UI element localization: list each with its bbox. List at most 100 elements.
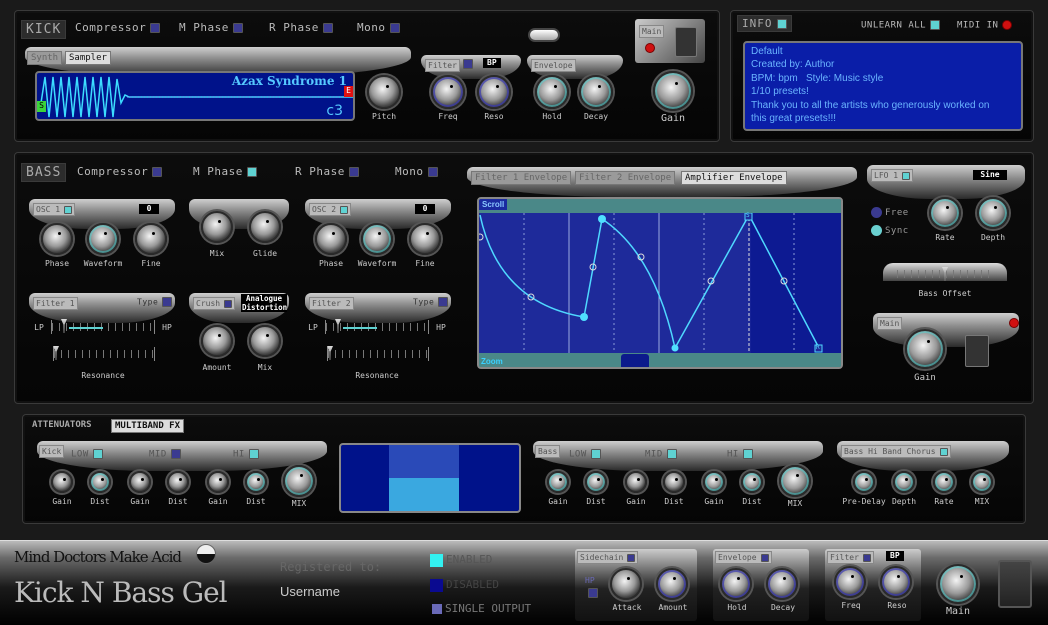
sample-waveform-display[interactable]: Azax Syndrome 1 c3 S E [35, 71, 355, 121]
bass-low-toggle[interactable]: LOW [569, 449, 601, 460]
end-marker[interactable]: E [344, 86, 353, 97]
osc1-toggle[interactable] [64, 205, 73, 214]
bass-hi-dist-knob[interactable] [741, 471, 763, 493]
kick-low-dist-knob[interactable] [89, 471, 111, 493]
lfo-mode-sync[interactable]: Sync [871, 225, 909, 236]
bass-mid-toggle[interactable]: MID [645, 449, 677, 460]
kick-hi-gain-knob[interactable] [207, 471, 229, 493]
crush-mode-selector[interactable]: Analogue Distortion [241, 294, 287, 312]
unlearn-all-toggle[interactable]: UNLEARN ALL [861, 20, 941, 31]
kick-mono-toggle[interactable]: Mono [357, 21, 400, 34]
bass-low-gain-knob[interactable] [547, 471, 569, 493]
kick-decay-knob[interactable] [579, 75, 613, 109]
osc2-fine-knob[interactable] [409, 223, 441, 255]
envelope-zoom-handle[interactable] [621, 354, 649, 367]
osc1-phase-knob[interactable] [41, 223, 73, 255]
bass-offset-slider[interactable] [883, 263, 1007, 281]
chorus-pre-delay-knob[interactable] [853, 471, 875, 493]
release-marker[interactable]: R [816, 344, 820, 351]
kick-filter-type[interactable]: BP [483, 58, 501, 68]
footer-filter-toggle[interactable] [862, 553, 871, 562]
kick-hi-toggle[interactable]: HI [233, 449, 259, 460]
osc2-waveform-knob[interactable] [361, 223, 393, 255]
tab-filter1-envelope[interactable]: Filter 1 Envelope [471, 171, 572, 185]
sidechain-amount-knob[interactable] [656, 568, 688, 600]
filter2-resonance-slider[interactable] [327, 347, 429, 361]
kick-preset-button[interactable] [528, 28, 560, 42]
filter2-type-toggle[interactable]: Type [413, 297, 449, 307]
kick-filter-reso-knob[interactable] [477, 75, 511, 109]
tab-multiband-fx[interactable]: MULTIBAND FX [111, 419, 185, 433]
chorus-toggle[interactable] [939, 447, 948, 456]
lfo-toggle[interactable] [902, 171, 911, 180]
bass-mid-dist-knob[interactable] [663, 471, 685, 493]
tab-sampler[interactable]: Sampler [65, 51, 111, 65]
bass-band-mix-knob[interactable] [779, 465, 811, 497]
bass-r-phase-toggle[interactable]: R Phase [295, 165, 359, 178]
kick-mid-toggle[interactable]: MID [149, 449, 181, 460]
crush-mix-knob[interactable] [249, 325, 281, 357]
sidechain-attack-knob[interactable] [610, 568, 642, 600]
glide-knob[interactable] [249, 211, 281, 243]
tab-attenuators[interactable]: ATTENUATORS [29, 419, 95, 431]
osc2-toggle[interactable] [340, 205, 349, 214]
footer-decay-knob[interactable] [766, 568, 798, 600]
bass-mid-gain-knob[interactable] [625, 471, 647, 493]
kick-low-toggle[interactable]: LOW [71, 449, 103, 460]
lfo-depth-knob[interactable] [977, 197, 1009, 229]
kick-filter-toggle[interactable] [463, 59, 473, 69]
filter1-cutoff-slider[interactable] [51, 320, 155, 334]
filter1-resonance-slider[interactable] [53, 347, 155, 361]
crush-toggle[interactable] [224, 299, 233, 308]
kick-hi-dist-knob[interactable] [245, 471, 267, 493]
bass-gain-knob[interactable] [905, 329, 945, 369]
bass-mono-toggle[interactable]: Mono [395, 165, 438, 178]
kick-m-phase-toggle[interactable]: M Phase [179, 21, 243, 34]
kick-mid-dist-knob[interactable] [167, 471, 189, 493]
bass-main-switch[interactable] [965, 335, 989, 367]
mix-knob[interactable] [201, 211, 233, 243]
filter2-cutoff-slider[interactable] [325, 320, 429, 334]
chorus-rate-knob[interactable] [933, 471, 955, 493]
osc1-fine-knob[interactable] [135, 223, 167, 255]
sidechain-hp-toggle[interactable] [588, 588, 598, 598]
bass-hi-toggle[interactable]: HI [727, 449, 753, 460]
crossover-mid-band[interactable] [389, 445, 459, 511]
bass-m-phase-toggle[interactable]: M Phase [193, 165, 257, 178]
crush-amount-knob[interactable] [201, 325, 233, 357]
osc1-waveform-knob[interactable] [87, 223, 119, 255]
filter1-type-toggle[interactable]: Type [137, 297, 173, 307]
tab-filter2-envelope[interactable]: Filter 2 Envelope [575, 171, 676, 185]
chorus-depth-knob[interactable] [893, 471, 915, 493]
crossover-display[interactable] [339, 443, 521, 513]
lfo-mode-free[interactable]: Free [871, 207, 909, 218]
kick-gain-knob[interactable] [653, 71, 693, 111]
master-power-switch[interactable] [998, 560, 1032, 608]
chorus-mix-knob[interactable] [971, 471, 993, 493]
footer-envelope-toggle[interactable] [760, 553, 769, 562]
kick-mid-gain-knob[interactable] [129, 471, 151, 493]
kick-band-mix-knob[interactable] [283, 465, 315, 497]
sidechain-toggle[interactable] [627, 553, 636, 562]
kick-pitch-knob[interactable] [367, 75, 401, 109]
kick-r-phase-toggle[interactable]: R Phase [269, 21, 333, 34]
bass-hi-gain-knob[interactable] [703, 471, 725, 493]
footer-reso-knob[interactable] [880, 566, 912, 598]
tab-amplifier-envelope[interactable]: Amplifier Envelope [681, 171, 787, 185]
kick-low-gain-knob[interactable] [51, 471, 73, 493]
bass-low-dist-knob[interactable] [585, 471, 607, 493]
kick-main-switch[interactable] [675, 27, 697, 57]
bass-compressor-toggle[interactable]: Compressor [77, 165, 163, 178]
footer-freq-knob[interactable] [834, 566, 866, 598]
kick-compressor-toggle[interactable]: Compressor [75, 21, 161, 34]
info-toggle[interactable] [776, 19, 787, 29]
master-main-knob[interactable] [938, 564, 978, 604]
lfo-shape-selector[interactable]: Sine [973, 170, 1007, 180]
osc2-phase-knob[interactable] [315, 223, 347, 255]
footer-filter-type[interactable]: BP [886, 551, 904, 561]
kick-filter-freq-knob[interactable] [431, 75, 465, 109]
loop-start-marker[interactable]: S [746, 212, 750, 219]
start-marker[interactable]: S [37, 101, 46, 112]
envelope-editor[interactable]: Scroll S R Zoom [477, 197, 843, 369]
tab-synth[interactable]: Synth [27, 51, 63, 65]
